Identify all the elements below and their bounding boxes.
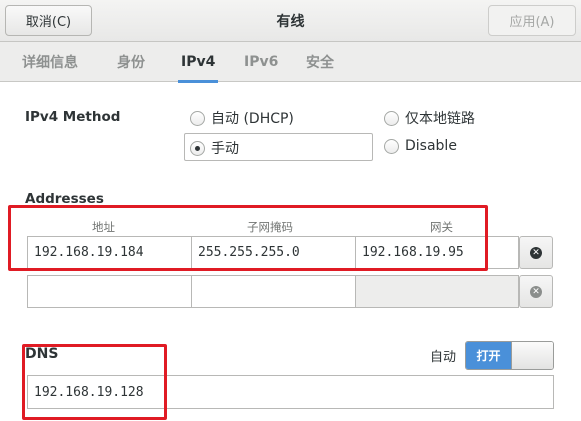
address-field-empty[interactable] [27, 275, 192, 308]
apply-button[interactable]: 应用(A) [488, 5, 576, 36]
radio-icon [384, 138, 399, 154]
tab-ipv6[interactable]: IPv6 [244, 42, 278, 82]
toggle-knob [511, 342, 553, 369]
ipv4-method-label: IPv4 Method [25, 109, 121, 125]
dns-auto-label: 自动 [430, 350, 457, 365]
delete-icon: ✕ [530, 285, 542, 298]
netmask-field[interactable]: 255.255.255.0 [191, 236, 356, 269]
gateway-field-empty [355, 275, 519, 308]
method-dhcp-label: 自动 (DHCP) [211, 111, 294, 127]
gateway-field[interactable]: 192.168.19.95 [355, 236, 519, 269]
column-gateway: 网关 [430, 220, 453, 234]
method-manual-label: 手动 [211, 141, 239, 157]
delete-address-button[interactable]: ✕ [519, 236, 553, 269]
tab-details[interactable]: 详细信息 [22, 42, 78, 82]
radio-icon [384, 110, 399, 126]
method-disable-label: Disable [405, 138, 457, 154]
column-address: 地址 [92, 220, 115, 234]
toggle-on-label: 打开 [466, 342, 511, 369]
delete-icon: ✕ [530, 246, 542, 259]
method-dhcp[interactable]: 自动 (DHCP) [190, 108, 294, 128]
delete-empty-row-button[interactable]: ✕ [519, 275, 553, 308]
radio-icon [190, 110, 205, 126]
method-link-local[interactable]: 仅本地链路 [384, 108, 475, 128]
tab-bar: 详细信息 身份 IPv4 IPv6 安全 [0, 42, 581, 83]
tab-ipv4[interactable]: IPv4 [177, 42, 219, 83]
netmask-field-empty[interactable] [191, 275, 356, 308]
dns-field[interactable]: 192.168.19.128 [27, 375, 554, 409]
radio-checked-icon [190, 140, 205, 156]
method-link-local-label: 仅本地链路 [405, 111, 475, 127]
method-manual[interactable]: 手动 [190, 138, 239, 158]
addresses-label: Addresses [25, 191, 104, 207]
tab-security[interactable]: 安全 [306, 42, 334, 82]
column-netmask: 子网掩码 [247, 220, 293, 234]
method-disable[interactable]: Disable [384, 138, 457, 154]
tab-identity[interactable]: 身份 [117, 42, 145, 82]
header-bar: 取消(C) 有线 应用(A) [0, 0, 581, 42]
dns-auto-toggle[interactable]: 打开 [465, 341, 554, 370]
address-field[interactable]: 192.168.19.184 [27, 236, 192, 269]
dns-label: DNS [25, 346, 59, 362]
